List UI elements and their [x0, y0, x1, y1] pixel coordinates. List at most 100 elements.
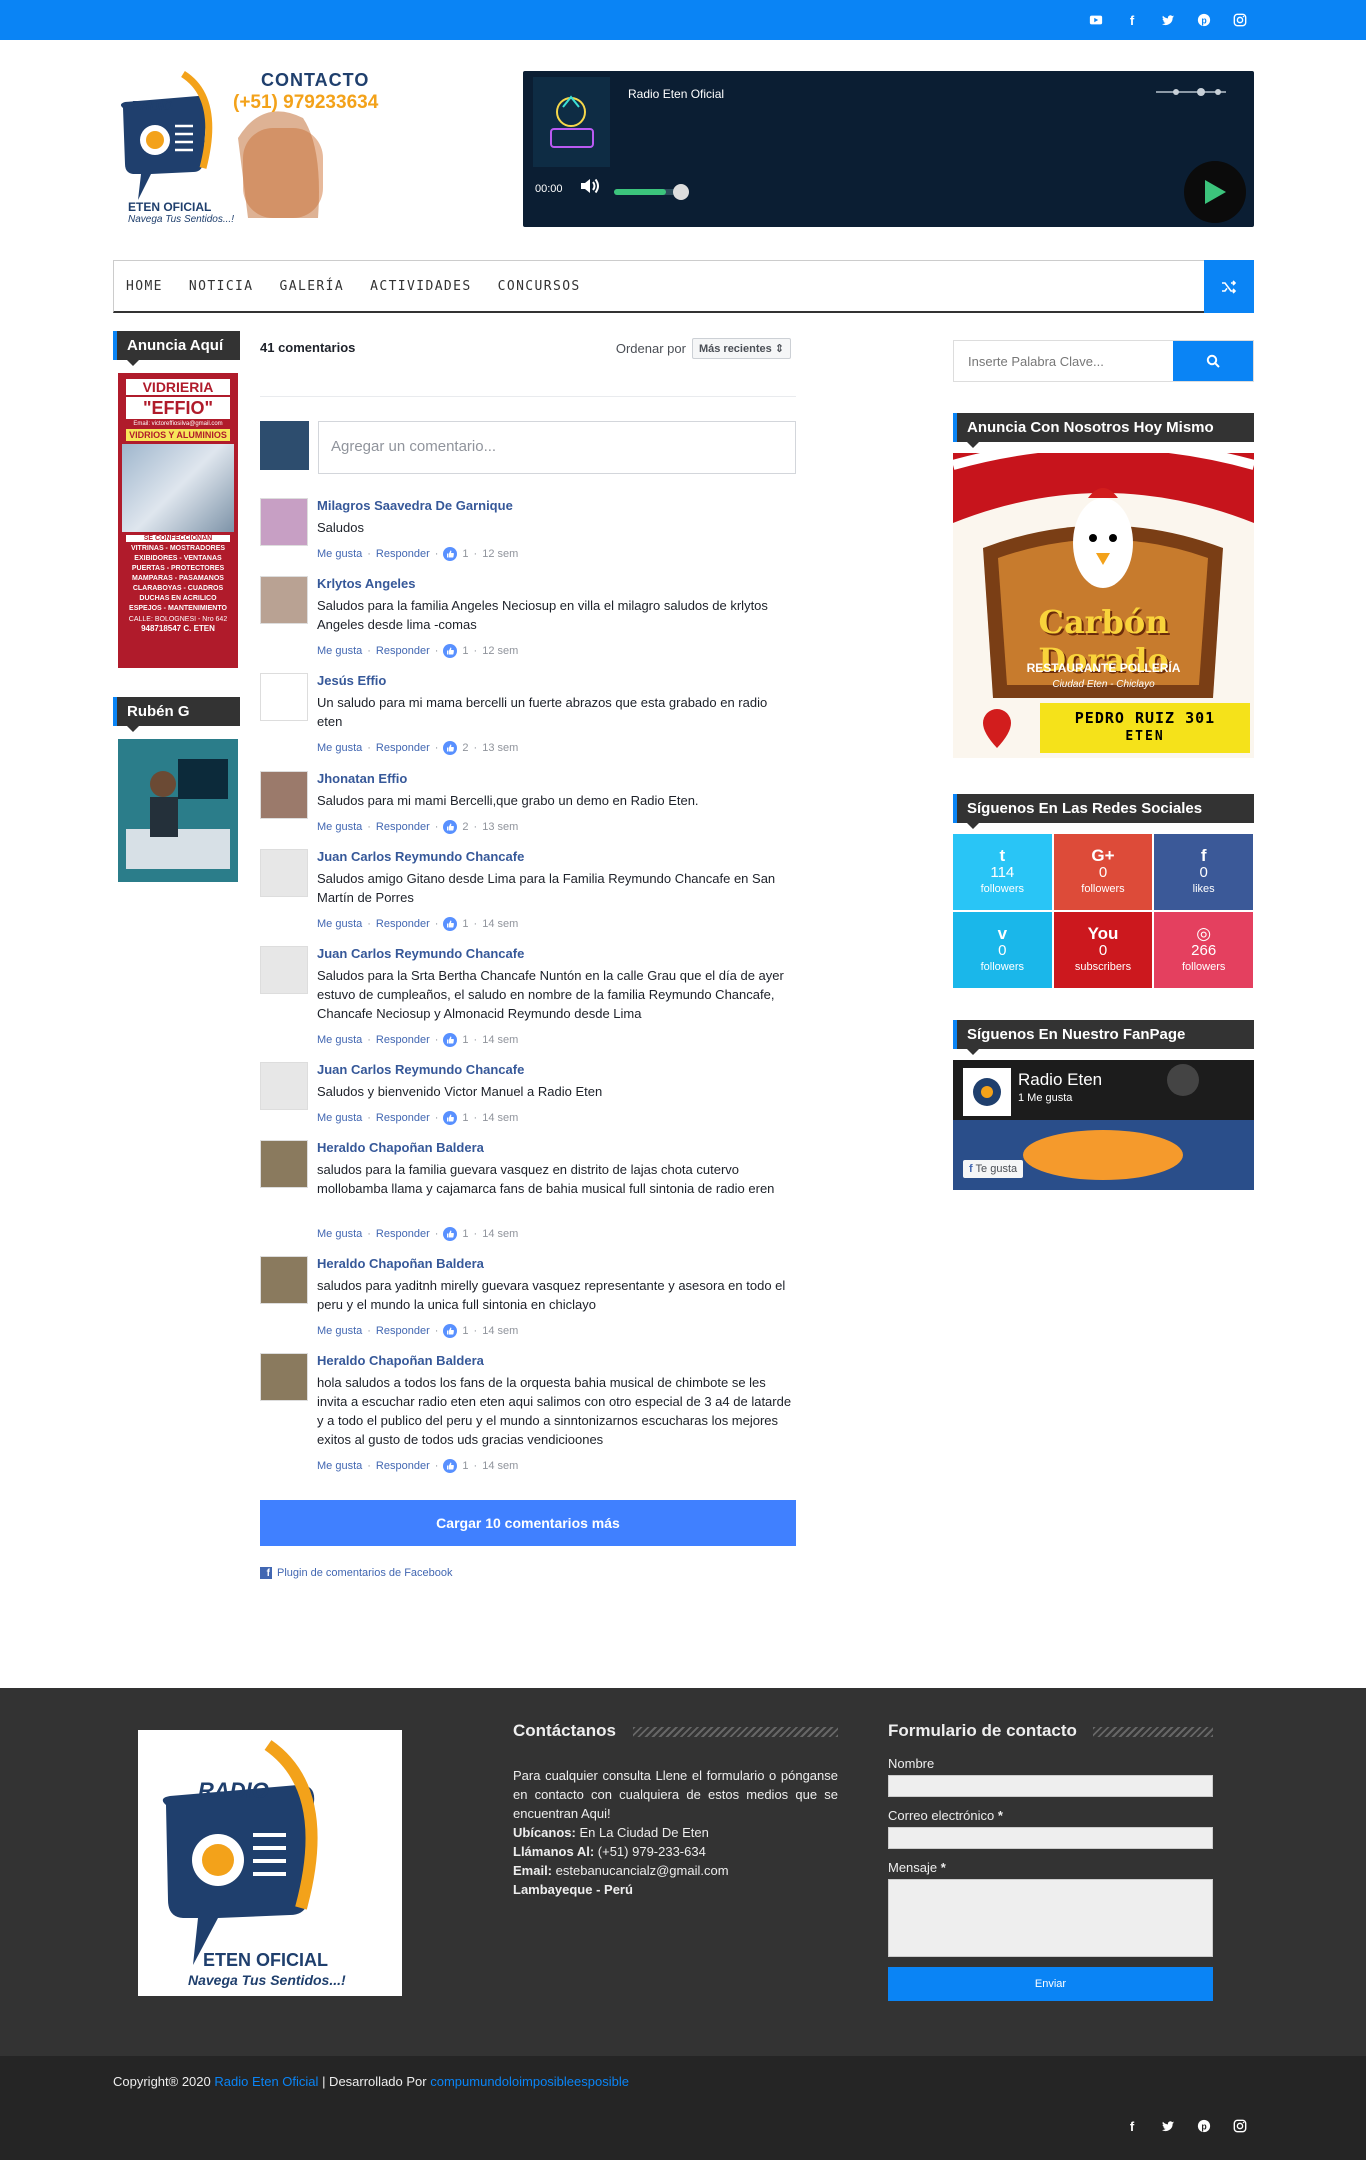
email-field[interactable]	[888, 1827, 1213, 1849]
volume-knob[interactable]	[673, 184, 689, 200]
comment-time[interactable]: 13 sem	[482, 742, 518, 754]
reply-link[interactable]: Responder	[376, 1034, 430, 1046]
nav-item-galeria[interactable]: GALERÍA	[267, 279, 358, 294]
reply-link[interactable]: Responder	[376, 742, 430, 754]
avatar[interactable]	[260, 498, 308, 546]
social-counter-vimeo[interactable]: v 0 followers	[953, 912, 1052, 988]
comment-author[interactable]: Jhonatan Effio	[317, 771, 407, 786]
youtube-icon[interactable]	[1085, 10, 1107, 30]
comment-author[interactable]: Juan Carlos Reymundo Chancafe	[317, 1062, 524, 1077]
pinterest-icon[interactable]: p	[1193, 2116, 1215, 2136]
reply-link[interactable]: Responder	[376, 1325, 430, 1337]
avatar[interactable]	[260, 946, 308, 994]
fanpage-like-button[interactable]: f Te gusta	[963, 1160, 1024, 1178]
header-logo[interactable]: RADIO ETEN OFICIAL Navega Tus Sentidos..…	[113, 68, 403, 230]
copy-site-link[interactable]: Radio Eten Oficial	[214, 2074, 318, 2089]
reply-link[interactable]: Responder	[376, 821, 430, 833]
like-link[interactable]: Me gusta	[317, 742, 362, 754]
like-link[interactable]: Me gusta	[317, 1325, 362, 1337]
comment-time[interactable]: 14 sem	[482, 1460, 518, 1472]
comment-author[interactable]: Jesús Effio	[317, 673, 386, 688]
nav-item-concursos[interactable]: CONCURSOS	[485, 279, 594, 294]
meta-dot: ·	[434, 1034, 439, 1046]
footer-email: Email: estebanucancialz@gmail.com	[513, 1861, 838, 1880]
nav-item-home[interactable]: HOME	[114, 279, 176, 294]
like-link[interactable]: Me gusta	[317, 645, 362, 657]
social-counter-youtube[interactable]: You 0 subscribers	[1053, 912, 1153, 988]
comment-text: Saludos para mi mami Bercelli,que grabo …	[317, 793, 699, 808]
order-select[interactable]: Más recientes ⇕	[691, 338, 791, 359]
instagram-icon[interactable]	[1229, 2116, 1251, 2136]
comment-time[interactable]: 12 sem	[482, 645, 518, 657]
load-more-comments-button[interactable]: Cargar 10 comentarios más	[260, 1500, 796, 1546]
volume-icon[interactable]	[578, 175, 600, 197]
comment-author[interactable]: Milagros Saavedra De Garnique	[317, 498, 513, 513]
comment-author[interactable]: Juan Carlos Reymundo Chancafe	[317, 946, 524, 961]
reply-link[interactable]: Responder	[376, 548, 430, 560]
like-link[interactable]: Me gusta	[317, 918, 362, 930]
avatar[interactable]	[260, 1140, 308, 1188]
instagram-icon[interactable]	[1229, 10, 1251, 30]
like-link[interactable]: Me gusta	[317, 1460, 362, 1472]
send-button[interactable]: Enviar	[888, 1967, 1213, 2001]
random-post-button[interactable]	[1204, 260, 1254, 313]
nav-item-noticia[interactable]: NOTICIA	[176, 279, 267, 294]
play-button[interactable]	[1184, 161, 1246, 223]
like-link[interactable]: Me gusta	[317, 821, 362, 833]
pinterest-icon[interactable]: p	[1193, 10, 1215, 30]
comment-time[interactable]: 14 sem	[482, 1325, 518, 1337]
facebook-fanpage[interactable]: Radio Eten 1 Me gusta f Te gusta	[953, 1060, 1254, 1190]
reply-link[interactable]: Responder	[376, 1460, 430, 1472]
facebook-icon[interactable]: f	[1121, 2116, 1143, 2136]
avatar[interactable]	[260, 1353, 308, 1401]
social-count: 0	[1098, 863, 1108, 881]
avatar[interactable]	[260, 1256, 308, 1304]
social-counter-twitter[interactable]: t 114 followers	[953, 834, 1052, 910]
like-link[interactable]: Me gusta	[317, 1228, 362, 1240]
ad-vidrieria-effio[interactable]: VIDRIERIA "EFFIO" Email: victoreffiosilv…	[118, 373, 238, 668]
comment-text: Saludos para la familia Angeles Neciosup…	[317, 598, 768, 632]
comment-author[interactable]: Krlytos Angeles	[317, 576, 416, 591]
facebook-icon[interactable]: f	[1121, 10, 1143, 30]
comment-time[interactable]: 14 sem	[482, 1034, 518, 1046]
like-link[interactable]: Me gusta	[317, 1034, 362, 1046]
comment-time[interactable]: 13 sem	[482, 821, 518, 833]
twitter-icon[interactable]	[1157, 2116, 1179, 2136]
twitter-icon[interactable]	[1157, 10, 1179, 30]
comment-author[interactable]: Heraldo Chapoñan Baldera	[317, 1353, 484, 1368]
comment-author[interactable]: Juan Carlos Reymundo Chancafe	[317, 849, 524, 864]
avatar[interactable]	[260, 673, 308, 721]
avatar[interactable]	[260, 1062, 308, 1110]
thumbs-up-icon	[443, 1459, 458, 1473]
email-value[interactable]: estebanucancialz@gmail.com	[556, 1863, 729, 1878]
reply-link[interactable]: Responder	[376, 1112, 430, 1124]
copy-dev-link[interactable]: compumundoloimposibleesposible	[430, 2074, 629, 2089]
comment-time[interactable]: 12 sem	[482, 548, 518, 560]
like-link[interactable]: Me gusta	[317, 1112, 362, 1124]
comment-input[interactable]: Agregar un comentario...	[318, 421, 796, 474]
reply-link[interactable]: Responder	[376, 1228, 430, 1240]
nav-item-actividades[interactable]: ACTIVIDADES	[357, 279, 485, 294]
reply-link[interactable]: Responder	[376, 645, 430, 657]
footer-logo[interactable]: RADIO ETEN OFICIAL Navega Tus Sentidos..…	[138, 1730, 402, 1996]
social-counter-google-plus[interactable]: G+ 0 followers	[1053, 834, 1153, 910]
comment-author[interactable]: Heraldo Chapoñan Baldera	[317, 1256, 484, 1271]
search-input[interactable]: Inserte Palabra Clave...	[954, 341, 1173, 381]
comment-time[interactable]: 14 sem	[482, 1228, 518, 1240]
avatar[interactable]	[260, 771, 308, 819]
social-counter-instagram[interactable]: ◎ 266 followers	[1154, 912, 1253, 988]
comment-author[interactable]: Heraldo Chapoñan Baldera	[317, 1140, 484, 1155]
facebook-plugin-link[interactable]: f Plugin de comentarios de Facebook	[260, 1567, 453, 1579]
search-button[interactable]	[1173, 341, 1253, 381]
avatar[interactable]	[260, 849, 308, 897]
social-counter-facebook[interactable]: f 0 likes	[1154, 834, 1253, 910]
like-link[interactable]: Me gusta	[317, 548, 362, 560]
facebook-icon: f	[1200, 845, 1207, 865]
avatar[interactable]	[260, 576, 308, 624]
message-field[interactable]	[888, 1879, 1213, 1957]
ad-carbon-dorado[interactable]: Carbón Dorado RESTAURANTE POLLERÍA Ciuda…	[951, 439, 1256, 758]
reply-link[interactable]: Responder	[376, 918, 430, 930]
comment-time[interactable]: 14 sem	[482, 918, 518, 930]
name-field[interactable]	[888, 1775, 1213, 1797]
comment-time[interactable]: 14 sem	[482, 1112, 518, 1124]
